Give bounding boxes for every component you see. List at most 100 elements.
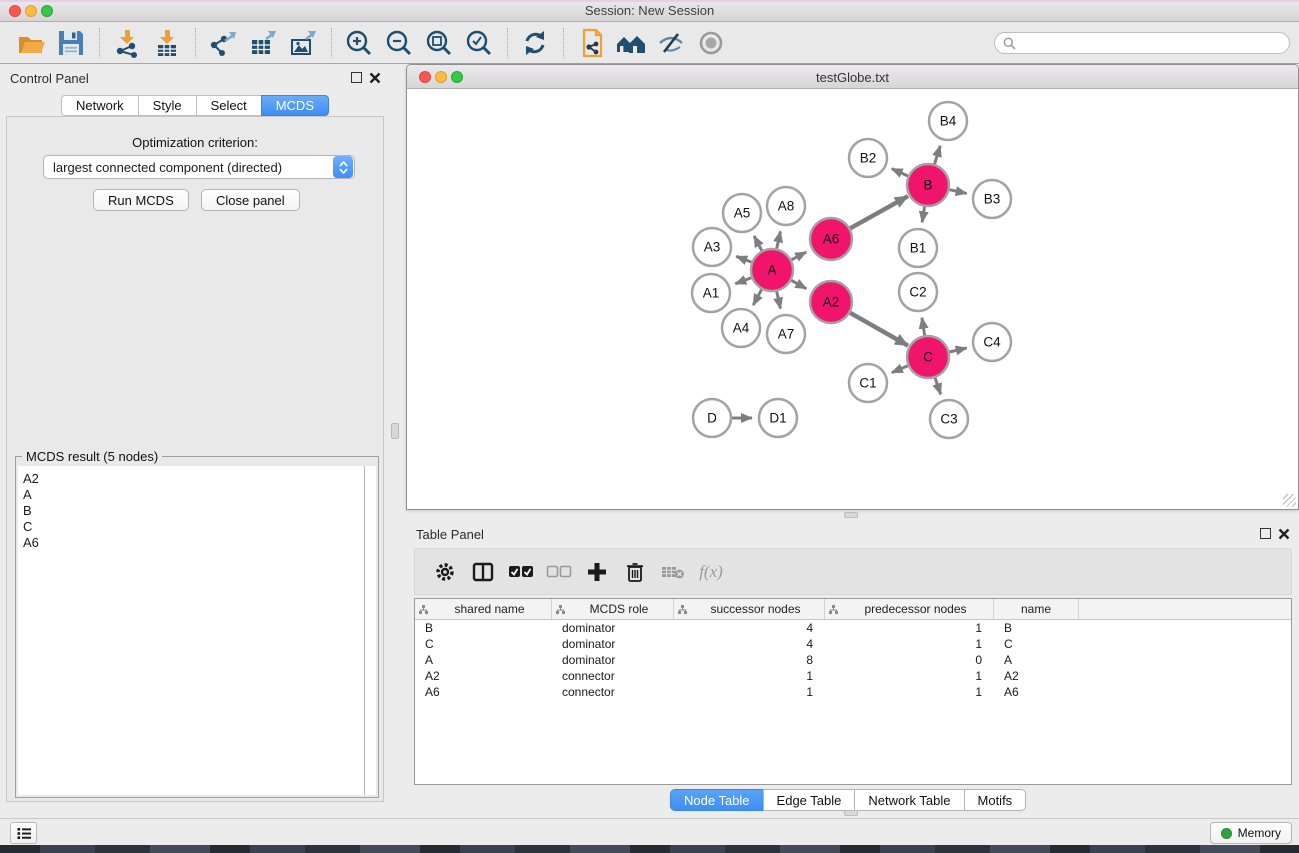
run-mcds-button[interactable]: Run MCDS xyxy=(93,189,189,211)
result-list-item[interactable]: A6 xyxy=(18,535,364,551)
table-cell[interactable]: dominator xyxy=(552,653,674,667)
edge-C-C1[interactable] xyxy=(892,366,908,373)
column-header-name[interactable]: name xyxy=(994,599,1079,619)
column-header-predecessor-nodes[interactable]: predecessor nodes xyxy=(825,599,994,619)
table-row[interactable]: A6connector11A6 xyxy=(415,684,1291,700)
table-row[interactable]: Adominator80A xyxy=(415,652,1291,668)
result-scrollbar-track[interactable] xyxy=(364,466,376,795)
node-B2[interactable]: B2 xyxy=(849,139,887,177)
table-cell[interactable]: connector xyxy=(552,669,674,683)
edge-A-A8[interactable] xyxy=(777,231,781,248)
tab-node-table[interactable]: Node Table xyxy=(670,789,763,811)
zoom-in-button[interactable] xyxy=(342,26,376,60)
node-A8[interactable]: A8 xyxy=(767,187,805,225)
edge-A-A6[interactable] xyxy=(791,252,806,260)
float-panel-icon[interactable] xyxy=(351,72,362,83)
column-header-shared-name[interactable]: shared name xyxy=(415,599,552,619)
table-cell[interactable]: dominator xyxy=(552,637,674,651)
delete-table-button[interactable] xyxy=(655,554,691,590)
refresh-button[interactable] xyxy=(518,26,552,60)
table-cell[interactable]: 0 xyxy=(825,653,994,667)
table-cell[interactable]: A xyxy=(415,653,552,667)
edge-A6-B[interactable] xyxy=(850,196,908,228)
edge-C-C2[interactable] xyxy=(922,318,925,336)
zoom-out-button[interactable] xyxy=(382,26,416,60)
delete-column-button[interactable] xyxy=(617,554,653,590)
edge-A2-C[interactable] xyxy=(850,313,908,346)
edge-C-C4[interactable] xyxy=(949,348,966,352)
table-cell[interactable]: A2 xyxy=(415,669,552,683)
import-network-button[interactable] xyxy=(110,26,144,60)
hide-graphics-details-button[interactable] xyxy=(654,26,688,60)
vertical-splitter-handle[interactable] xyxy=(391,423,399,439)
tab-network-table[interactable]: Network Table xyxy=(854,789,963,811)
node-A3[interactable]: A3 xyxy=(693,228,731,266)
table-cell[interactable]: 4 xyxy=(674,637,825,651)
node-B4[interactable]: B4 xyxy=(929,102,967,140)
node-C1[interactable]: C1 xyxy=(849,364,887,402)
table-cell[interactable]: A6 xyxy=(415,685,552,699)
node-A5[interactable]: A5 xyxy=(723,194,761,232)
resize-grip-icon[interactable] xyxy=(1283,494,1296,507)
column-header-mcds-role[interactable]: MCDS role xyxy=(552,599,674,619)
edge-A-A1[interactable] xyxy=(735,278,751,284)
table-cell[interactable]: B xyxy=(415,621,552,635)
result-list-item[interactable]: A xyxy=(18,487,364,503)
close-table-panel-icon[interactable] xyxy=(1278,528,1290,540)
edge-A-A2[interactable] xyxy=(791,280,806,288)
node-B1[interactable]: B1 xyxy=(899,229,937,267)
node-B[interactable]: B xyxy=(907,164,949,206)
select-all-button[interactable] xyxy=(503,554,539,590)
save-session-button[interactable] xyxy=(54,26,88,60)
tab-select[interactable]: Select xyxy=(196,95,261,116)
node-A6[interactable]: A6 xyxy=(810,218,852,260)
table-cell[interactable]: 1 xyxy=(674,685,825,699)
horizontal-splitter-handle[interactable] xyxy=(844,512,858,518)
table-cell[interactable]: B xyxy=(994,621,1079,635)
tab-edge-table[interactable]: Edge Table xyxy=(763,789,855,811)
zoom-selected-button[interactable] xyxy=(462,26,496,60)
node-C[interactable]: C xyxy=(907,336,949,378)
home-button[interactable] xyxy=(614,26,648,60)
tab-network[interactable]: Network xyxy=(61,95,138,116)
table-cell[interactable]: connector xyxy=(552,685,674,699)
close-panel-icon[interactable] xyxy=(369,72,381,84)
show-panels-button[interactable] xyxy=(10,822,37,844)
search-input[interactable] xyxy=(1021,36,1281,50)
tab-motifs[interactable]: Motifs xyxy=(964,789,1027,811)
edge-B-B4[interactable] xyxy=(935,146,941,164)
table-cell[interactable]: dominator xyxy=(552,621,674,635)
node-A2[interactable]: A2 xyxy=(810,281,852,323)
edge-A-A5[interactable] xyxy=(754,236,762,251)
edge-B-B3[interactable] xyxy=(949,190,966,194)
deselect-all-button[interactable] xyxy=(541,554,577,590)
table-cell[interactable]: 1 xyxy=(825,621,994,635)
node-A4[interactable]: A4 xyxy=(722,309,760,347)
export-table-button[interactable] xyxy=(246,26,280,60)
bottom-splitter-handle[interactable] xyxy=(844,810,858,816)
table-settings-button[interactable] xyxy=(427,554,463,590)
result-list-item[interactable]: A2 xyxy=(18,466,364,487)
edge-A-A4[interactable] xyxy=(753,289,761,305)
table-cell[interactable]: A2 xyxy=(994,669,1079,683)
network-canvas[interactable]: B4B2BB3A5A8A6A3B1AA1C2A2A4A7C4CC1C3DD1 xyxy=(407,89,1298,509)
show-graphics-details-button[interactable] xyxy=(694,26,728,60)
memory-button[interactable]: Memory xyxy=(1210,822,1292,844)
result-list-item[interactable]: B xyxy=(18,503,364,519)
node-A[interactable]: A xyxy=(751,249,793,291)
node-D[interactable]: D xyxy=(693,399,731,437)
table-cell[interactable]: C xyxy=(415,637,552,651)
table-cell[interactable]: 1 xyxy=(674,669,825,683)
tab-style[interactable]: Style xyxy=(138,95,196,116)
export-network-button[interactable] xyxy=(206,26,240,60)
node-C2[interactable]: C2 xyxy=(899,273,937,311)
result-list-item[interactable]: C xyxy=(18,519,364,535)
criterion-select[interactable]: largest connected component (directed) xyxy=(43,155,355,179)
table-cell[interactable]: 8 xyxy=(674,653,825,667)
node-C3[interactable]: C3 xyxy=(930,400,968,438)
table-cell[interactable]: A6 xyxy=(994,685,1079,699)
edge-C-C3[interactable] xyxy=(935,378,941,395)
create-column-button[interactable] xyxy=(579,554,615,590)
mcds-result-list[interactable]: A2ABCA6 xyxy=(18,466,364,795)
node-A7[interactable]: A7 xyxy=(767,315,805,353)
